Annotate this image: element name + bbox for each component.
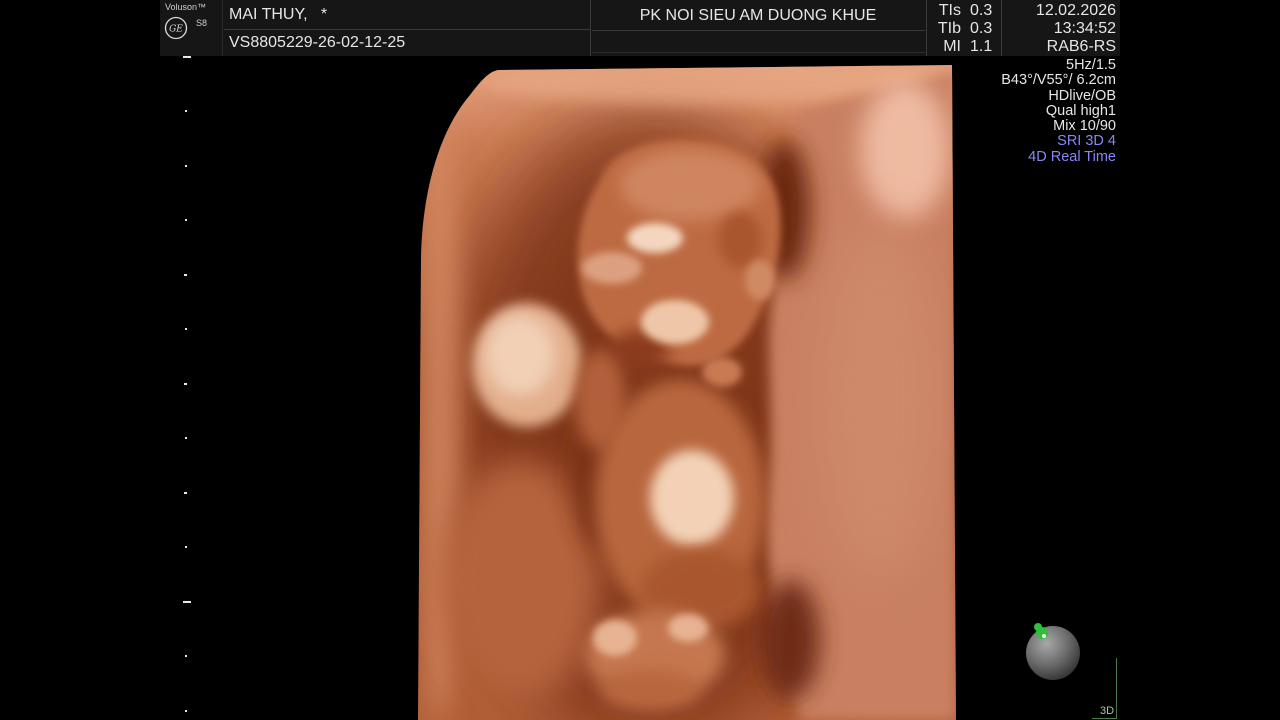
ruler-tick [184,274,187,276]
lower-right-shadow [760,580,820,700]
exam-time: 13:34:52 [1053,20,1116,37]
feet-base [600,670,700,710]
foot-highlight-left [593,620,637,656]
model-label: S8 [196,18,208,28]
frame-rate: 5Hz/1.5 [1066,57,1116,73]
header-divider [1001,0,1002,56]
ruler-tick [185,165,187,167]
mix-setting: Mix 10/90 [1053,118,1116,135]
wall-midtone [820,220,940,580]
logo-divider [222,0,223,56]
probe-name: RAB6-RS [1046,38,1116,55]
left-hand-highlight [485,315,555,395]
exam-id: VS8805229-26-02-12-25 [229,34,406,51]
header-bar: Voluson™ GE S8 MAI THUY, * VS8805229-26-… [160,0,1120,56]
orientation-sphere [1026,623,1080,680]
knee-highlight [650,450,734,546]
ruler-tick [184,383,187,385]
patient-name: MAI THUY, * [229,6,328,23]
ruler-tick [185,710,187,712]
ruler-tick [185,437,187,439]
mi-value: 1.1 [970,38,993,55]
ruler-tick [185,219,187,221]
ultrasound-screen: { "header": { "brand": "Voluson™", "mode… [0,0,1280,720]
acquisition-parameters: 5Hz/1.5 B43°/V55°/ 6.2cm HDlive/OB Qual … [960,57,1116,165]
chin-blob [702,357,742,387]
ear-shade [718,212,762,268]
volume-angles: B43°/V55°/ 6.2cm [1001,72,1116,89]
svg-text:GE: GE [169,25,183,35]
ruler-tick [184,492,187,494]
render-mode: HDlive/OB [1048,87,1116,104]
mi-label: MI [943,38,961,55]
foot-highlight-right [668,614,708,642]
quality-setting: Qual high1 [1045,102,1116,119]
ruler-tick [185,546,187,548]
hand-near-face [641,300,709,344]
institution-underline [592,30,925,31]
ruler-tick-major [183,56,191,58]
institution-name: PK NOI SIEU AM DUONG KHUE [639,7,877,24]
tis-label: TIs [938,2,961,19]
ear-highlight [745,260,775,300]
institution-bottom-line [592,52,925,53]
face-highlight [627,223,683,253]
ruler-tick [185,655,187,657]
acquisition-mode: 4D Real Time [1028,148,1116,165]
sri-setting: SRI 3D 4 [1057,133,1116,150]
name-underline [224,29,590,30]
profile-highlight [582,252,642,284]
head-top-shade [620,150,760,220]
tib-value: 0.3 [970,20,993,37]
ge-logo-icon: GE [164,16,188,40]
ruler-tick-major [183,601,191,603]
exam-date: 12.02.2026 [1035,2,1116,19]
header-divider [926,0,927,56]
volume-render-image [418,65,956,720]
wall-highlight [860,80,950,220]
tib-label: TIb [937,20,961,37]
ruler-tick [185,110,187,112]
ruler-tick [185,328,187,330]
tis-value: 0.3 [970,2,993,19]
orientation-label: 3D [1100,705,1115,717]
brand-label: Voluson™ [165,2,207,12]
orientation-frame-line [1092,718,1117,719]
orientation-frame-line [1116,658,1117,719]
